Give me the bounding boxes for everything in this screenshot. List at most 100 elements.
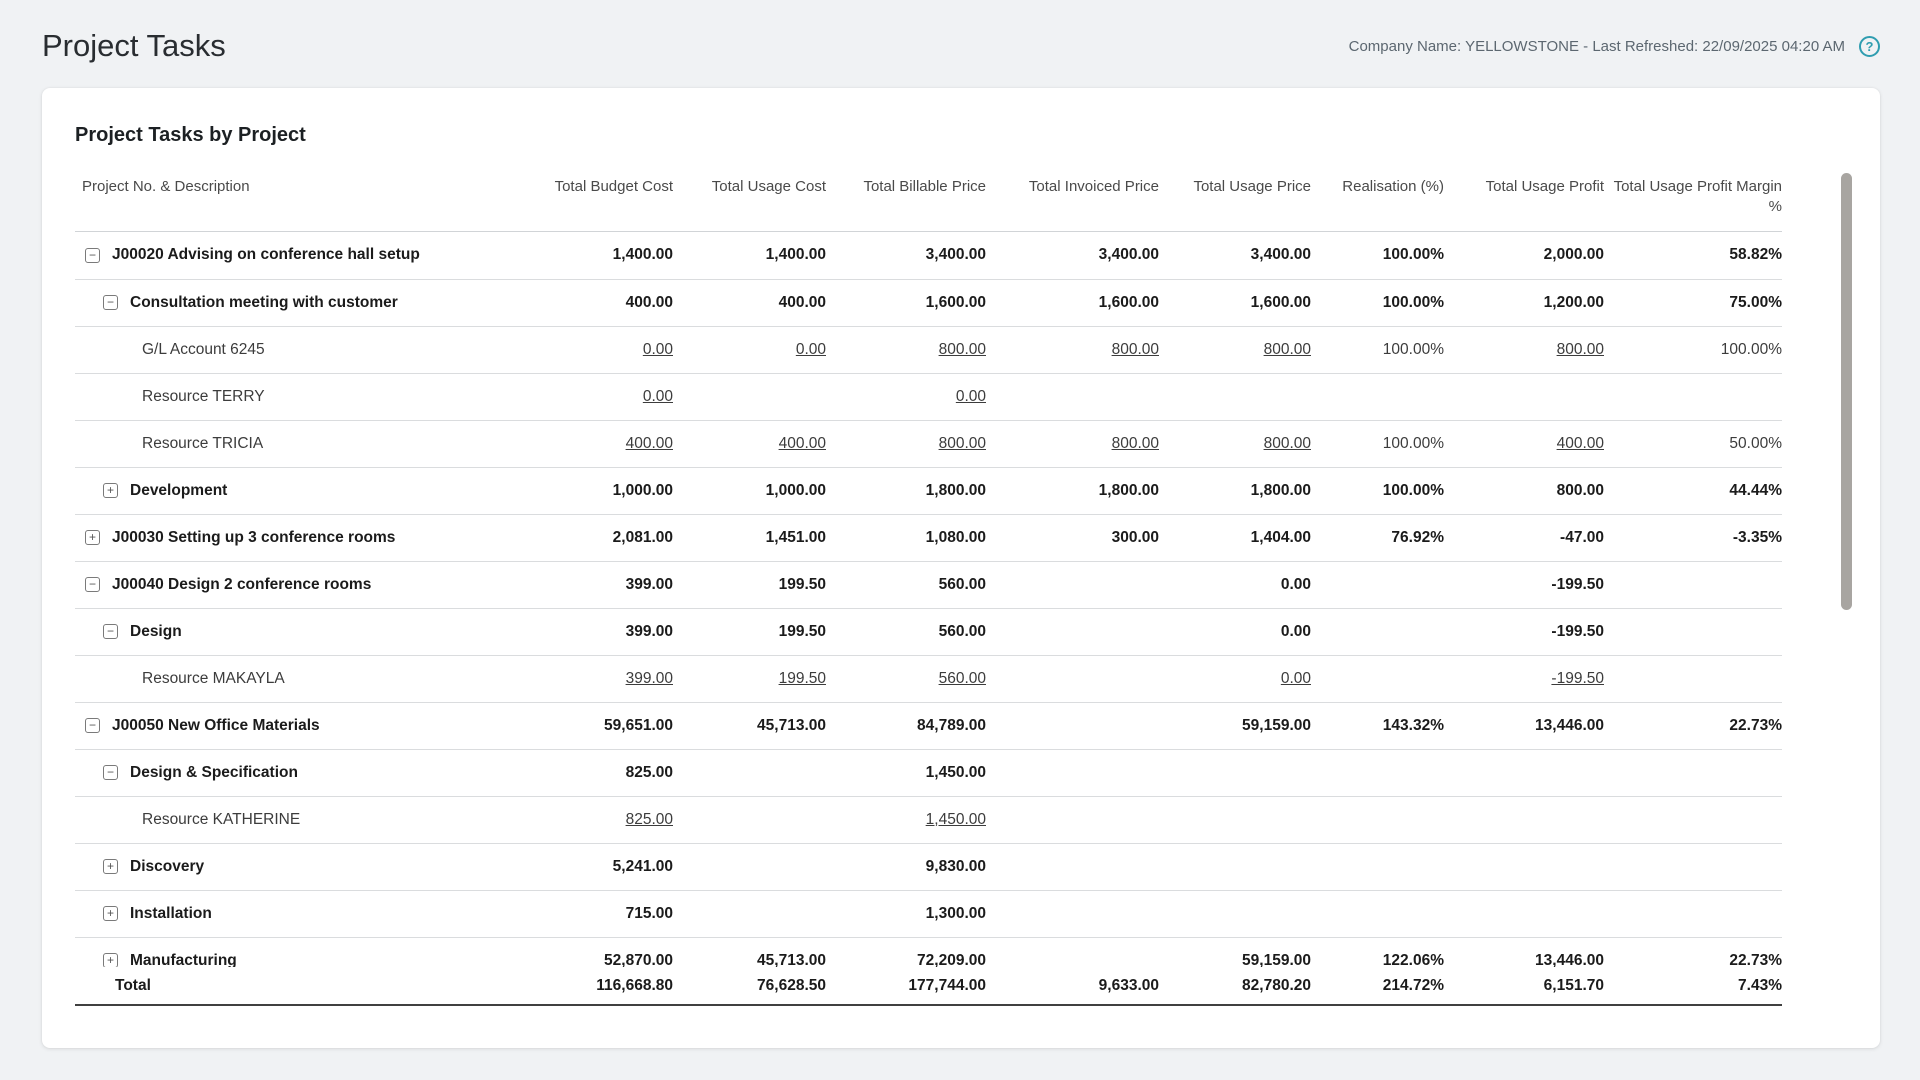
drilldown-link[interactable]: 399.00 xyxy=(626,670,673,687)
cell-value: 1,404.00 xyxy=(1251,529,1311,546)
cell-value: -199.50 xyxy=(1551,576,1604,593)
drilldown-link[interactable]: 560.00 xyxy=(939,670,986,687)
row-label: J00030 Setting up 3 conference rooms xyxy=(112,529,395,547)
empty-cell xyxy=(673,373,826,420)
row-label: Consultation meeting with customer xyxy=(130,294,398,312)
expand-icon[interactable]: + xyxy=(85,530,100,545)
empty-cell xyxy=(1444,749,1604,796)
total-cell: 82,780.20 xyxy=(1159,967,1311,1005)
drilldown-link[interactable]: 0.00 xyxy=(643,341,673,358)
cell-value: 1,000.00 xyxy=(613,482,673,499)
drilldown-link[interactable]: 400.00 xyxy=(779,435,826,452)
empty-cell xyxy=(1159,749,1311,796)
table-row: −Design399.00199.50560.000.00-199.50 xyxy=(75,608,1782,655)
total-cell: 214.72% xyxy=(1311,967,1444,1005)
drilldown-link[interactable]: 800.00 xyxy=(939,435,986,452)
drilldown-link[interactable]: 800.00 xyxy=(1112,341,1159,358)
drilldown-link[interactable]: 400.00 xyxy=(626,435,673,452)
empty-cell xyxy=(986,796,1159,843)
drilldown-link[interactable]: 800.00 xyxy=(1264,435,1311,452)
cell-value: 300.00 xyxy=(1112,529,1159,546)
drilldown-link[interactable]: 400.00 xyxy=(1557,435,1604,452)
table-row: +Installation715.001,300.00 xyxy=(75,890,1782,937)
table-scroll-area[interactable]: −J00020 Advising on conference hall setu… xyxy=(75,232,1847,967)
vertical-scrollbar-thumb[interactable] xyxy=(1841,173,1852,610)
empty-cell xyxy=(1604,373,1782,420)
collapse-icon[interactable]: − xyxy=(85,577,100,592)
drilldown-link[interactable]: 800.00 xyxy=(1557,341,1604,358)
collapse-icon[interactable]: − xyxy=(85,248,100,263)
row-label: Resource MAKAYLA xyxy=(142,670,285,688)
empty-cell xyxy=(986,890,1159,937)
drilldown-link[interactable]: -199.50 xyxy=(1551,670,1604,687)
drilldown-link[interactable]: 0.00 xyxy=(1281,670,1311,687)
table-row: −J00040 Design 2 conference rooms399.001… xyxy=(75,561,1782,608)
empty-cell xyxy=(1604,890,1782,937)
cell-value: 22.73% xyxy=(1729,717,1782,734)
drilldown-link[interactable]: 800.00 xyxy=(1264,341,1311,358)
cell-value: 76.92% xyxy=(1391,529,1444,546)
expand-icon[interactable]: + xyxy=(103,953,118,967)
column-header-0: Project No. & Description xyxy=(75,177,513,232)
cell-value: 22.73% xyxy=(1729,952,1782,968)
table-row: −J00020 Advising on conference hall setu… xyxy=(75,232,1782,279)
total-label: Total xyxy=(75,967,513,1005)
empty-cell xyxy=(986,749,1159,796)
expand-icon[interactable]: + xyxy=(103,859,118,874)
row-label: Resource KATHERINE xyxy=(142,811,300,829)
empty-cell xyxy=(1604,796,1782,843)
cell-value: 75.00% xyxy=(1729,294,1782,311)
report-card: Project Tasks by Project Project No. & D… xyxy=(42,88,1880,1048)
table-row: +Development1,000.001,000.001,800.001,80… xyxy=(75,467,1782,514)
drilldown-link[interactable]: 0.00 xyxy=(796,341,826,358)
cell-value: 100.00% xyxy=(1383,341,1444,358)
empty-cell xyxy=(1444,373,1604,420)
table-row: +Discovery5,241.009,830.00 xyxy=(75,843,1782,890)
total-cell: 177,744.00 xyxy=(826,967,986,1005)
company-refresh-info: Company Name: YELLOWSTONE - Last Refresh… xyxy=(1349,38,1845,55)
row-label: Manufacturing xyxy=(130,952,237,968)
empty-cell xyxy=(1444,890,1604,937)
row-label: Design xyxy=(130,623,182,641)
cell-value: 400.00 xyxy=(779,294,826,311)
cell-value: 1,080.00 xyxy=(926,529,986,546)
row-label: Design & Specification xyxy=(130,764,298,782)
column-header-1: Total Budget Cost xyxy=(513,177,673,232)
empty-cell xyxy=(986,702,1159,749)
cell-value: 1,800.00 xyxy=(926,482,986,499)
expand-icon[interactable]: + xyxy=(103,906,118,921)
help-icon[interactable]: ? xyxy=(1859,36,1880,57)
empty-cell xyxy=(986,655,1159,702)
drilldown-link[interactable]: 199.50 xyxy=(779,670,826,687)
empty-cell xyxy=(1444,843,1604,890)
cell-value: 3,400.00 xyxy=(1099,246,1159,263)
cell-value: 399.00 xyxy=(626,576,673,593)
table-row: −Consultation meeting with customer 400.0… xyxy=(75,279,1782,326)
drilldown-link[interactable]: 1,450.00 xyxy=(926,811,986,828)
total-cell: 116,668.80 xyxy=(513,967,673,1005)
cell-value: 2,081.00 xyxy=(613,529,673,546)
cell-value: 399.00 xyxy=(626,623,673,640)
cell-value: 1,200.00 xyxy=(1544,294,1604,311)
collapse-icon[interactable]: − xyxy=(103,765,118,780)
collapse-icon[interactable]: − xyxy=(103,624,118,639)
total-cell: 9,633.00 xyxy=(986,967,1159,1005)
drilldown-link[interactable]: 0.00 xyxy=(956,388,986,405)
empty-cell xyxy=(1159,373,1311,420)
cell-value: 50.00% xyxy=(1729,435,1782,452)
drilldown-link[interactable]: 825.00 xyxy=(626,811,673,828)
expand-icon[interactable]: + xyxy=(103,483,118,498)
row-label: J00020 Advising on conference hall setup xyxy=(112,246,420,264)
empty-cell xyxy=(986,937,1159,967)
collapse-icon[interactable]: − xyxy=(85,718,100,733)
cell-value: 199.50 xyxy=(779,623,826,640)
drilldown-link[interactable]: 800.00 xyxy=(1112,435,1159,452)
drilldown-link[interactable]: 0.00 xyxy=(643,388,673,405)
cell-value: 44.44% xyxy=(1729,482,1782,499)
table-row: Resource MAKAYLA 399.00 199.50 560.00 0.00 -1… xyxy=(75,655,1782,702)
drilldown-link[interactable]: 800.00 xyxy=(939,341,986,358)
total-cell: 7.43% xyxy=(1604,967,1782,1005)
cell-value: 58.82% xyxy=(1729,246,1782,263)
empty-cell xyxy=(1311,373,1444,420)
collapse-icon[interactable]: − xyxy=(103,295,118,310)
